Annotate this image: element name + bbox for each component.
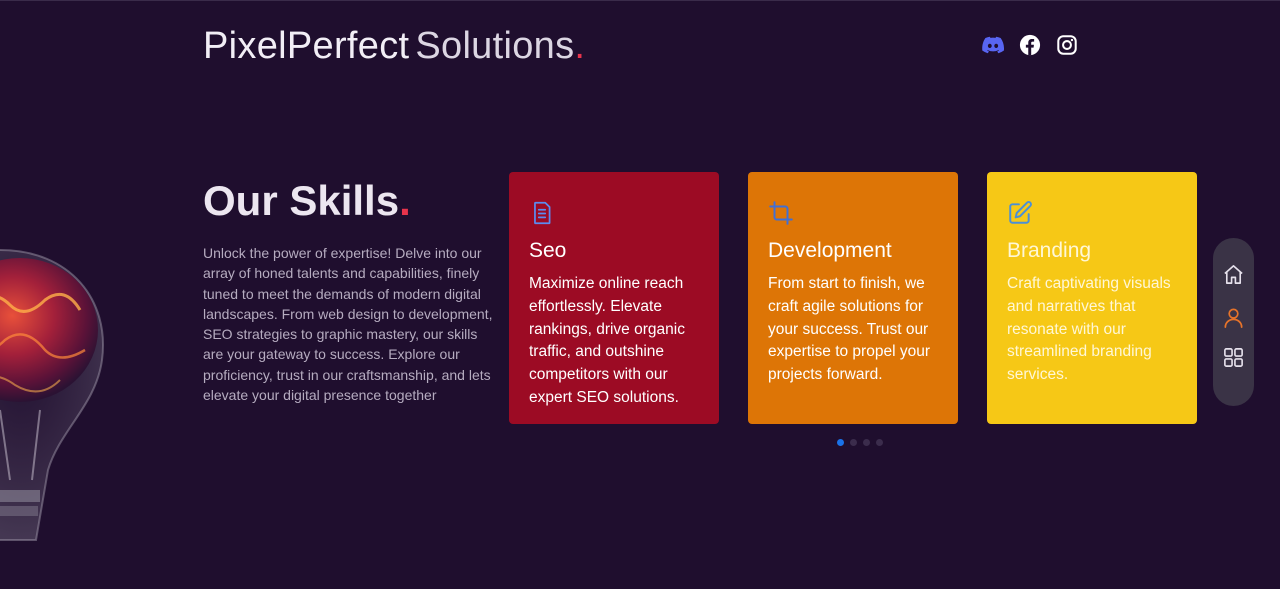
lightbulb-brain-illustration <box>0 248 104 541</box>
user-icon[interactable] <box>1222 306 1245 329</box>
skill-card-text: Maximize online reach effortlessly. Elev… <box>529 275 685 406</box>
grid-icon[interactable] <box>1222 346 1245 369</box>
pagination-dot-1[interactable] <box>837 439 844 446</box>
section-title-text: Our Skills <box>203 177 400 224</box>
skill-card-branding[interactable]: Branding Craft captivating visuals and n… <box>987 172 1197 424</box>
skill-card-development[interactable]: Development From start to finish, we cra… <box>748 172 958 424</box>
instagram-icon[interactable] <box>1056 34 1078 56</box>
document-icon <box>534 201 551 225</box>
skill-card-text: From start to finish, we craft agile sol… <box>768 275 930 384</box>
section-title: Our Skills. <box>203 176 411 226</box>
brand-name-light: Solutions <box>415 25 575 67</box>
pagination-dot-3[interactable] <box>863 439 870 446</box>
pagination-dot-4[interactable] <box>876 439 883 446</box>
brand-name-bold: PixelPerfect <box>203 25 410 67</box>
section-title-dot: . <box>399 177 411 224</box>
discord-icon[interactable] <box>982 34 1004 56</box>
skill-card-text: Craft captivating visuals and narratives… <box>1007 275 1171 384</box>
social-links <box>982 34 1078 56</box>
home-icon[interactable] <box>1222 263 1245 286</box>
edit-icon <box>1009 201 1032 224</box>
skill-card-title: Development <box>768 239 892 262</box>
brand-dot: . <box>574 25 586 67</box>
skill-card-seo[interactable]: Seo Maximize online reach effortlessly. … <box>509 172 719 424</box>
skill-card-title: Branding <box>1007 239 1092 262</box>
side-navigation <box>1213 238 1254 406</box>
section-description: Unlock the power of expertise! Delve int… <box>203 245 493 404</box>
pagination-dot-2[interactable] <box>850 439 857 446</box>
top-border <box>0 0 1280 1</box>
skill-card-title: Seo <box>529 239 567 262</box>
crop-icon <box>769 201 793 225</box>
brand-logo[interactable]: PixelPerfect Solutions. <box>203 24 585 68</box>
facebook-icon[interactable] <box>1019 34 1041 56</box>
carousel-pagination <box>837 439 883 446</box>
